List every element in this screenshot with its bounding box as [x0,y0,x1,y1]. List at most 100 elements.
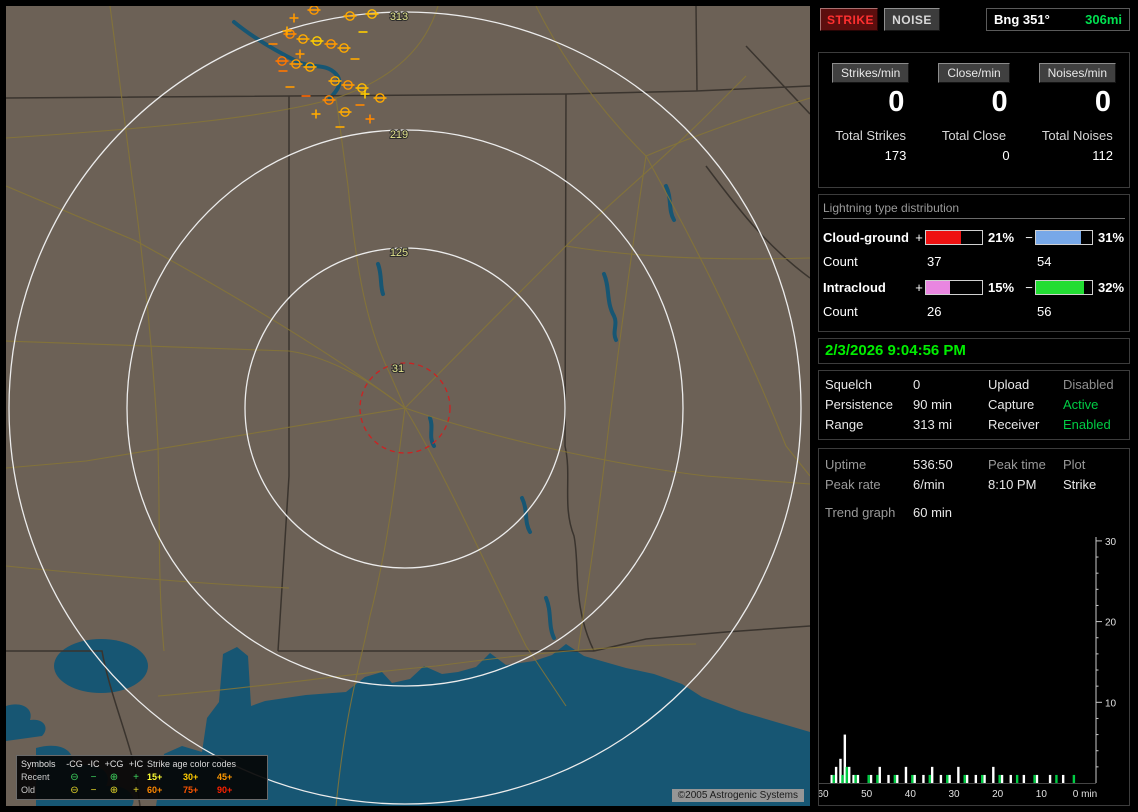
trend-bar-strikes [930,766,934,783]
rate-badge[interactable]: Close/min [938,63,1010,83]
setting-value: 0 [913,377,921,392]
negative-pct: 31% [1098,230,1125,245]
status-row-1: Uptime 536:50 Peak time Plot [819,455,1129,475]
positive-count: 37 [927,254,942,269]
trend-graph-label: Trend graph [825,505,896,520]
positive-bar [925,230,983,245]
legend-header-ic: +IC [128,759,144,769]
bearing-display: Bng 351° 306mi [986,8,1130,31]
peak-time-label: Peak time [988,457,1046,472]
positive-bar [925,280,983,295]
legend-symbol-0: ⊖ [70,785,79,796]
distribution-count-row-0: Count 37 54 [819,254,1129,269]
legend-symbol-2: ⊕ [109,772,119,783]
nexstorm-window: 313 219 125 31 Symbols -CG -IC +CG +IC Strike ag… [0,0,1138,812]
negative-count: 56 [1037,304,1052,319]
trend-bar-strikes [904,766,908,783]
distribution-row-1: Intracloud +15% − 32% [819,280,1129,295]
strike-toggle-button[interactable]: STRIKE [820,8,878,31]
trend-bar-strikes [983,774,986,783]
legend-header-row: Symbols -CG -IC +CG +IC Strike age color code… [21,758,263,771]
datetime-display: 2/3/2026 9:04:56 PM [825,342,966,359]
legend-row-recent: Recent ⊖ − ⊕ +15+ 30+ 45+ [21,771,263,784]
type-name: Intracloud [823,280,886,295]
trend-bar-strikes [1022,774,1026,783]
trend-bar-noises [876,774,879,783]
rate-value: 0 [888,86,905,118]
trend-y-tick-label: 30 [1105,537,1117,548]
rate-badge[interactable]: Noises/min [1038,63,1116,83]
setting-label: Squelch [825,377,872,392]
trend-bar-noises [867,774,870,783]
negative-bar-fill [1036,231,1081,244]
peak-time-value: 8:10 PM [988,477,1037,492]
trend-bar-noises [893,774,897,783]
range-ring-label: 31 [392,363,404,375]
trend-bar-strikes [878,766,881,783]
strike-map: 313 219 125 31 Symbols -CG -IC +CG +IC Strike ag… [6,6,810,806]
trend-y-tick-label: 20 [1105,618,1117,629]
trend-bar-noises [981,774,984,783]
trend-x-tick-label: 10 [1036,789,1048,800]
setting-label: Range [825,417,864,432]
settings-row-1: Persistence 90 min Capture Active [819,395,1129,415]
trend-bar-noises [1072,774,1076,783]
plus-sign: + [915,280,923,295]
legend-symbol-3: + [133,785,139,796]
type-name: Cloud-ground [823,230,909,245]
total-value: 112 [1092,148,1113,163]
total-label: Total Noises [1041,128,1113,143]
distribution-count-row-1: Count 26 56 [819,304,1129,319]
setting-label: Persistence [825,397,893,412]
trend-bar-strikes [913,774,916,783]
total-label: Total Close [941,128,1007,143]
age-code: 30+ [183,772,199,782]
trend-bar-noises [1033,774,1036,783]
peak-rate-value: 6/min [913,477,945,492]
trend-bar-noises [963,774,966,783]
legend-symbol-2: ⊕ [109,785,119,796]
legend-header-ic: -IC [87,759,100,769]
negative-bar [1035,230,1093,245]
stat-column-0: Strikes/min 0 Total Strikes 173 [819,63,922,163]
trend-bar-noises [928,774,931,783]
negative-pct: 32% [1098,280,1125,295]
age-code: 75+ [183,785,199,795]
trend-y-tick-label: 10 [1105,698,1117,709]
legend-symbol-3: + [133,772,139,783]
positive-pct: 15% [988,280,1015,295]
range-ring-label: 313 [390,11,408,23]
bearing-label: Bng 351° [994,12,1050,27]
trend-graph: 10 20 30 60 50 40 30 20 10 0 min [819,537,1117,800]
distribution-title: Lightning type distribution [823,201,1125,219]
trend-bar-strikes [992,766,995,783]
legend-header-cg: -CG [66,759,83,769]
noise-toggle-button[interactable]: NOISE [884,8,940,31]
distribution-row-0: Cloud-ground +21% − 31% [819,230,1129,245]
settings-row-0: Squelch 0 Upload Disabled [819,375,1129,395]
age-code: 45+ [217,772,233,782]
total-value: 173 [884,148,907,163]
peak-rate-label: Peak rate [825,477,881,492]
rate-badge[interactable]: Strikes/min [831,63,910,83]
trend-bar-noises [911,774,914,783]
legend-symbol-1: − [90,772,97,783]
trend-window-value: 60 min [913,505,953,520]
rate-value: 0 [991,86,1008,118]
trend-bar-strikes [1035,774,1039,783]
legend-row-label: Old [21,785,36,795]
count-label: Count [823,254,858,269]
status-panel: Uptime 536:50 Peak time Plot Peak rate 6… [818,448,1130,806]
rate-counters: Strikes/min 0 Total Strikes 173 Close/min 0 To… [819,53,1129,163]
trend-bar-strikes [1061,774,1065,783]
uptime-value: 536:50 [913,457,953,472]
setting-value: 313 mi [913,417,953,432]
trend-bar-noises [1055,774,1058,783]
trend-bar-strikes [948,774,951,783]
trend-bar-strikes [1048,774,1052,783]
setting-status-value: Enabled [1063,417,1111,432]
display-toggles: STRIKE NOISE Bng 351° 306mi [818,8,1130,34]
setting-status-value: Active [1063,397,1099,412]
positive-bar-fill [926,281,950,294]
trend-x-tick-label: 60 [819,789,829,800]
